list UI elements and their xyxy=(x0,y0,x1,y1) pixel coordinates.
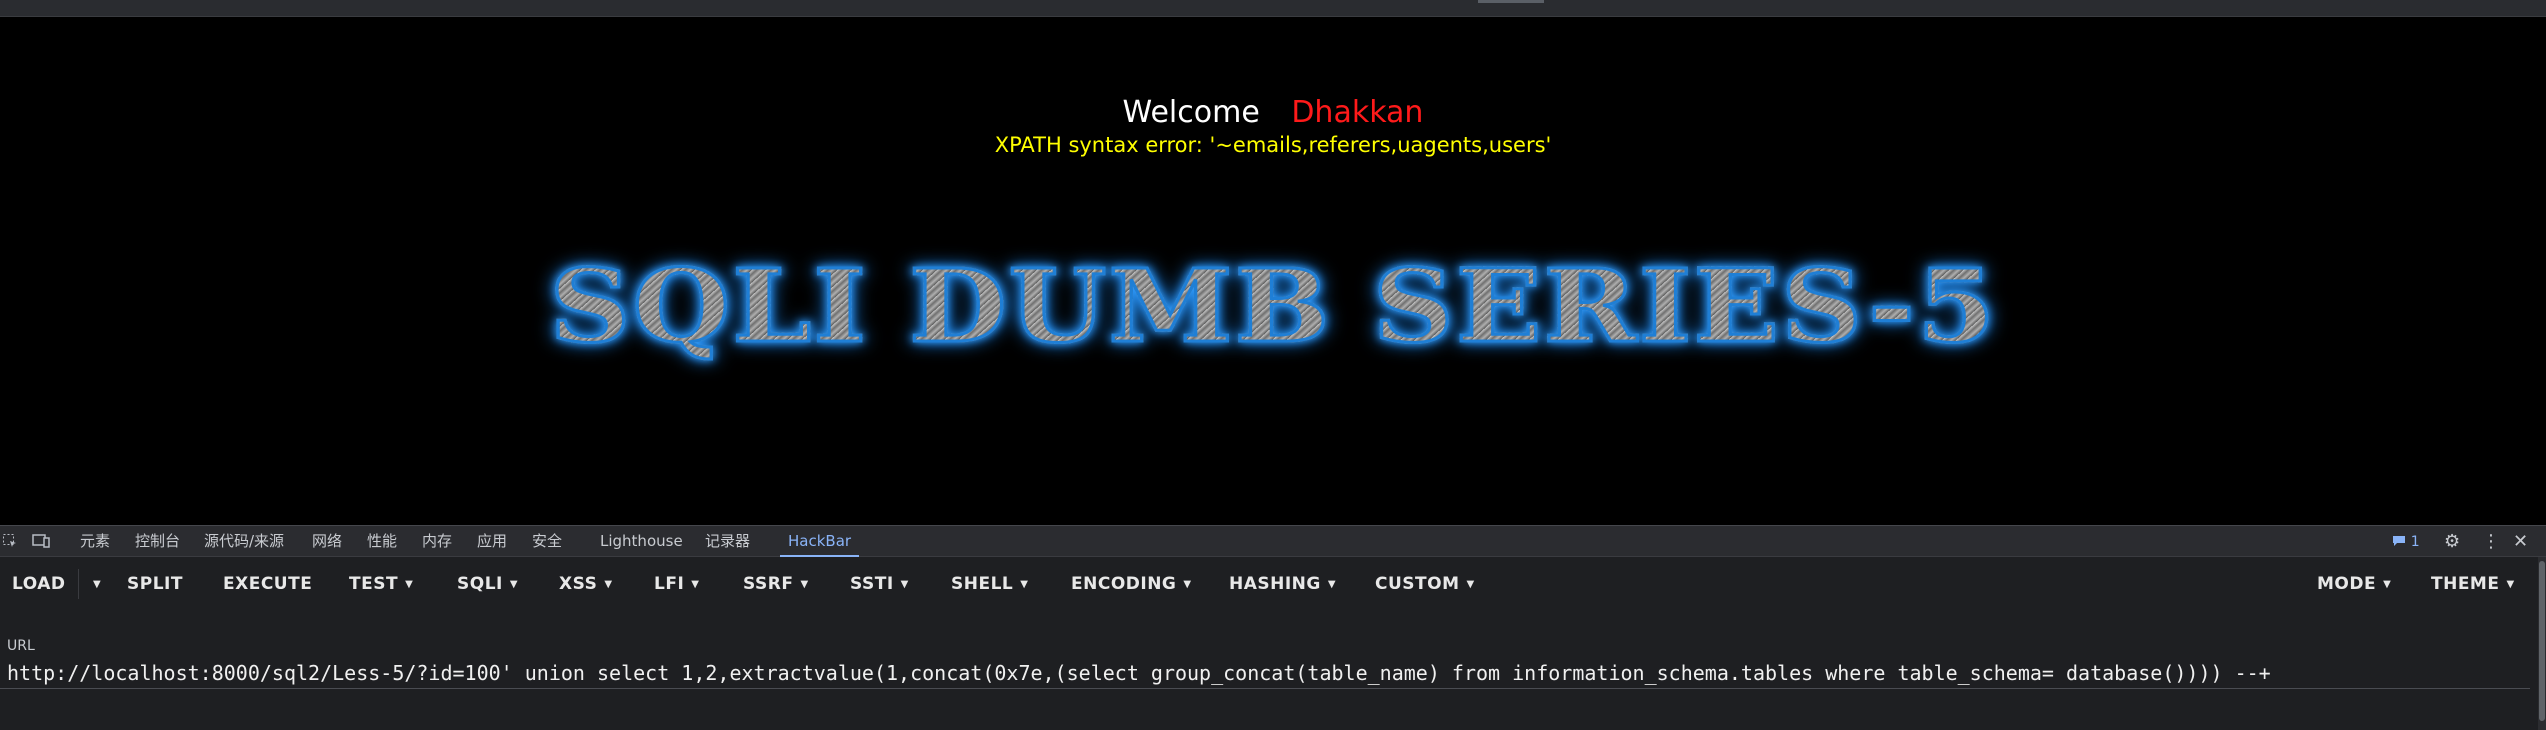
mode-label: MODE xyxy=(2317,574,2377,594)
shell-menu-button[interactable]: SHELL ▼ xyxy=(951,557,1028,611)
url-label: URL xyxy=(7,638,35,654)
banner: SQLI DUMB SERIES-5 xyxy=(0,246,2546,367)
shell-label: SHELL xyxy=(951,574,1014,594)
url-input[interactable] xyxy=(0,657,2530,689)
encoding-label: ENCODING xyxy=(1071,574,1177,594)
lfi-menu-button[interactable]: LFI ▼ xyxy=(654,557,699,611)
tab-network[interactable]: 网络 xyxy=(312,526,342,557)
settings-gear-icon[interactable]: ⚙ xyxy=(2444,526,2460,557)
more-options-icon[interactable]: ⋮ xyxy=(2482,526,2500,557)
tab-performance[interactable]: 性能 xyxy=(367,526,397,557)
tab-hackbar[interactable]: HackBar xyxy=(779,526,860,557)
chevron-down-icon: ▼ xyxy=(1466,579,1475,590)
tab-lighthouse[interactable]: Lighthouse xyxy=(600,526,683,557)
chevron-down-icon: ▼ xyxy=(509,579,519,590)
chevron-down-icon: ▼ xyxy=(1327,579,1337,590)
browser-top-strip xyxy=(0,0,2546,17)
execute-button[interactable]: EXECUTE xyxy=(223,557,312,611)
test-menu-button[interactable]: TEST ▼ xyxy=(349,557,413,611)
chevron-down-icon: ▼ xyxy=(691,579,700,590)
tab-security[interactable]: 安全 xyxy=(532,526,562,557)
welcome-line: Welcome Dhakkan xyxy=(0,95,2546,130)
banner-title: SQLI DUMB SERIES-5 xyxy=(547,246,1997,367)
tab-elements[interactable]: 元素 xyxy=(80,526,110,557)
custom-menu-button[interactable]: CUSTOM ▼ xyxy=(1375,557,1475,611)
xss-menu-button[interactable]: XSS ▼ xyxy=(559,557,613,611)
vertical-scrollbar[interactable] xyxy=(2538,557,2546,730)
test-label: TEST xyxy=(349,574,399,594)
theme-label: THEME xyxy=(2431,574,2500,594)
tab-recorder[interactable]: 记录器 xyxy=(705,526,750,557)
devtools-tab-bar: 元素 控制台 源代码/来源 网络 性能 内存 应用 安全 Lighthouse … xyxy=(0,525,2546,557)
chevron-down-icon: ▼ xyxy=(2506,579,2515,590)
sqli-label: SQLI xyxy=(457,574,503,594)
tab-indicator xyxy=(1478,0,1544,3)
mode-menu-button[interactable]: MODE ▼ xyxy=(2317,557,2391,611)
web-page-content: Welcome Dhakkan XPATH syntax error: '~em… xyxy=(0,17,2546,525)
lfi-label: LFI xyxy=(654,574,685,594)
sqli-menu-button[interactable]: SQLI ▼ xyxy=(457,557,518,611)
device-toolbar-icon[interactable] xyxy=(32,533,50,549)
welcome-label: Welcome xyxy=(1122,95,1260,130)
hashing-label: HASHING xyxy=(1229,574,1321,594)
chevron-down-icon: ▼ xyxy=(604,579,613,590)
ssti-menu-button[interactable]: SSTI ▼ xyxy=(850,557,909,611)
chevron-down-icon: ▼ xyxy=(1020,579,1029,590)
toolbar-divider xyxy=(78,569,79,599)
ssrf-menu-button[interactable]: SSRF ▼ xyxy=(743,557,809,611)
chevron-down-icon: ▼ xyxy=(900,579,909,590)
tab-console[interactable]: 控制台 xyxy=(135,526,180,557)
issues-icon xyxy=(2392,532,2411,550)
devtools-panel: 元素 控制台 源代码/来源 网络 性能 内存 应用 安全 Lighthouse … xyxy=(0,525,2546,730)
scrollbar-thumb[interactable] xyxy=(2539,561,2545,721)
load-dropdown-icon[interactable]: ▼ xyxy=(86,557,101,611)
ssrf-label: SSRF xyxy=(743,574,794,594)
chevron-down-icon: ▼ xyxy=(1183,579,1192,590)
inspect-element-icon[interactable] xyxy=(2,533,18,549)
custom-label: CUSTOM xyxy=(1375,574,1460,594)
encoding-menu-button[interactable]: ENCODING ▼ xyxy=(1071,557,1192,611)
chevron-down-icon: ▼ xyxy=(405,579,414,590)
theme-menu-button[interactable]: THEME ▼ xyxy=(2431,557,2515,611)
chevron-down-icon: ▼ xyxy=(800,579,809,590)
split-button[interactable]: SPLIT xyxy=(127,557,183,611)
xpath-error-message: XPATH syntax error: '~emails,referers,ua… xyxy=(994,133,1552,157)
tab-application[interactable]: 应用 xyxy=(477,526,507,557)
hackbar-toolbar: LOAD ▼ SPLIT EXECUTE TEST ▼ SQLI ▼ XSS ▼ LF… xyxy=(0,557,2546,611)
username: Dhakkan xyxy=(1291,95,1424,130)
load-button[interactable]: LOAD xyxy=(12,557,66,611)
tab-memory[interactable]: 内存 xyxy=(422,526,452,557)
issues-badge[interactable]: 1 xyxy=(2392,526,2420,557)
hashing-menu-button[interactable]: HASHING ▼ xyxy=(1229,557,1336,611)
tab-sources[interactable]: 源代码/来源 xyxy=(204,526,284,557)
chevron-down-icon: ▼ xyxy=(2383,579,2392,590)
xss-label: XSS xyxy=(559,574,598,594)
ssti-label: SSTI xyxy=(850,574,894,594)
issues-count: 1 xyxy=(2410,534,2420,550)
close-devtools-icon[interactable]: ✕ xyxy=(2513,526,2528,557)
